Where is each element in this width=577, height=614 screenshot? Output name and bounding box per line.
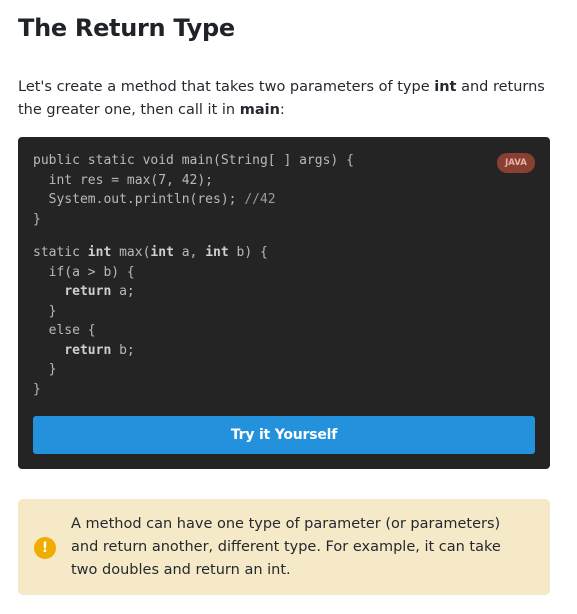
code-text: a; [111,284,135,299]
intro-keyword-main: main [239,102,280,118]
code-line: } [33,381,41,397]
code-line: System.out.println(res); //42 [33,190,354,210]
code-keyword: return [64,342,112,358]
code-line: } [33,303,57,319]
code-line: } [33,211,41,227]
code-line: int res = max(7, 42); [33,172,214,188]
intro-text-1: Let's create a method that takes two par… [18,79,435,95]
code-keyword: return [64,284,112,299]
code-text: static [33,245,88,260]
code-line: public static void main(String[ ] args) … [33,153,354,168]
code-text: System.out.println(res); [33,192,245,207]
try-it-yourself-button[interactable]: Try it Yourself [33,416,535,454]
code-line: } [33,362,57,377]
lesson-page: The Return Type Let's create a method th… [0,0,577,614]
code-text: b) { [228,245,268,260]
note-text: A method can have one type of parameter … [71,516,501,578]
code-block: JAVA public static void main(String[ ] a… [18,137,550,469]
code-text: b; [111,342,135,358]
language-badge: JAVA [497,153,535,173]
code-line: static int max(int a, int b) { [33,243,354,263]
intro-text-3: : [279,102,285,118]
info-note: ! A method can have one type of paramete… [18,499,550,595]
code-keyword: int [87,245,112,260]
code-line: if(a > b) { [33,264,135,280]
intro-paragraph: Let's create a method that takes two par… [18,76,558,122]
code-line: else { [33,323,96,338]
code-line: return b; [33,341,354,361]
exclamation-icon: ! [34,537,56,559]
intro-keyword-int: int [434,79,457,95]
code-comment: //42 [244,192,276,207]
code-keyword: int [205,245,229,260]
code-text: a, [173,245,206,260]
code-line: return a; [33,282,354,302]
code-keyword: int [150,245,174,260]
page-title: The Return Type [18,14,235,42]
code-content[interactable]: public static void main(String[ ] args) … [33,151,354,399]
code-text: max( [111,245,151,260]
